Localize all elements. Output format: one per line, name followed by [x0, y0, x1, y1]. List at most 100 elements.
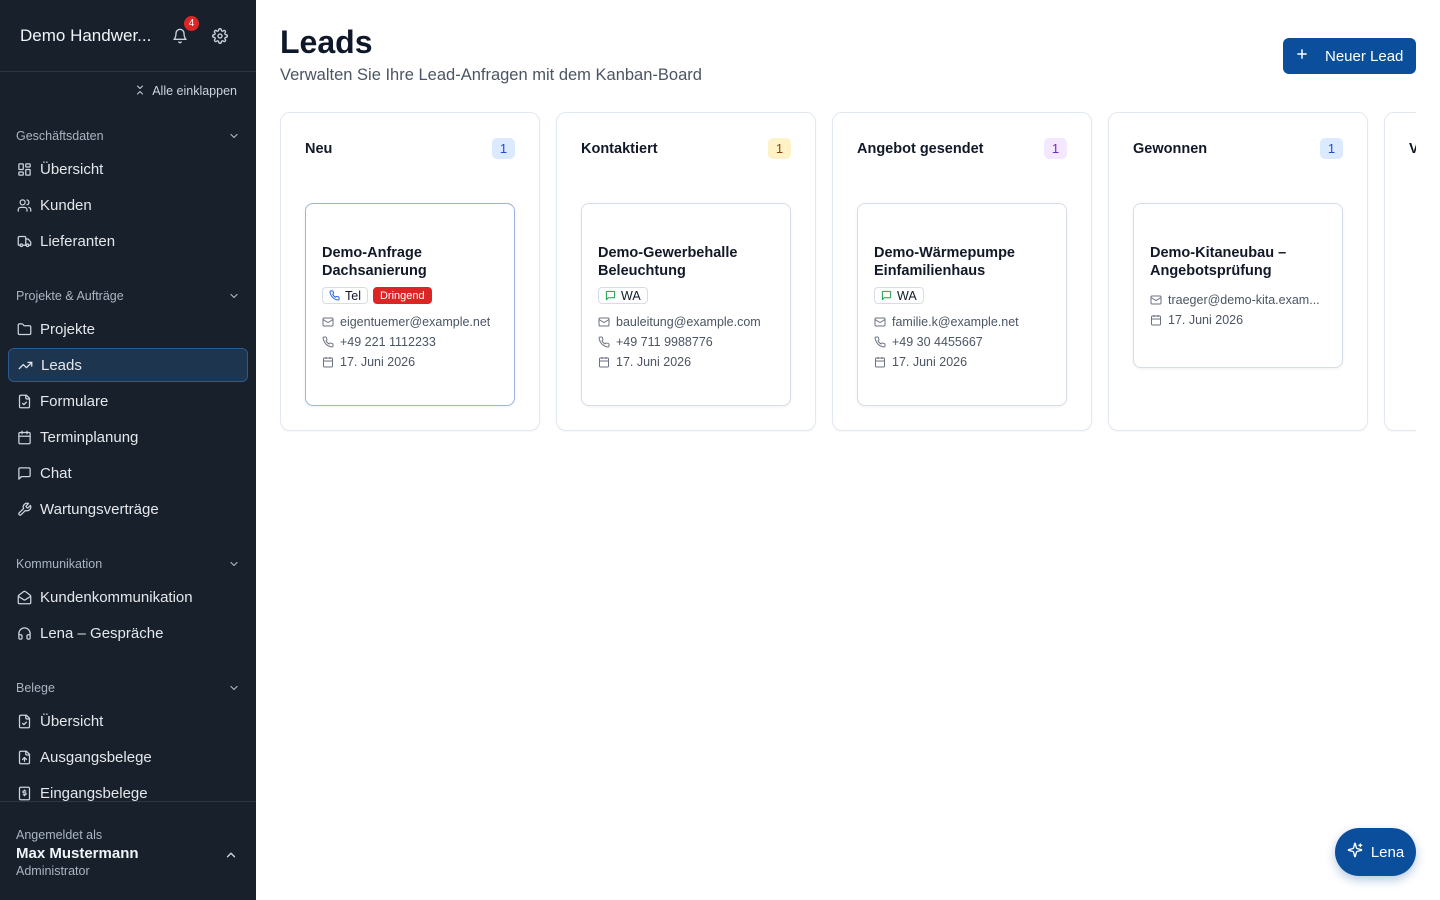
- sidebar-item-label: Übersicht: [40, 712, 104, 730]
- sidebar-item-chat[interactable]: Chat: [8, 456, 248, 490]
- email-text: bauleitung@example.com: [616, 315, 761, 329]
- lead-card[interactable]: Demo-Kitaneubau – Angebotsprüfung traege…: [1133, 203, 1343, 368]
- channel-tag: WA: [598, 287, 648, 304]
- column-count: 1: [1320, 138, 1343, 159]
- kanban-column-gewonnen: Gewonnen 1 Demo-Kitaneubau – Angebotsprü…: [1108, 112, 1368, 431]
- chevron-down-icon: [230, 685, 238, 691]
- truck-icon: [16, 233, 32, 249]
- lead-email: traeger@demo-kita.exam...: [1150, 290, 1326, 310]
- lead-tags: WA: [598, 287, 774, 304]
- dashboard-icon: [16, 161, 32, 177]
- new-lead-button[interactable]: Neuer Lead: [1283, 38, 1416, 74]
- section-label: Belege: [16, 681, 55, 695]
- lead-tags: Tel Dringend: [322, 287, 498, 304]
- folder-icon: [16, 321, 32, 337]
- column-count: 1: [768, 138, 791, 159]
- lead-date: 17. Juni 2026: [874, 352, 1050, 372]
- sidebar-item-uebersicht[interactable]: Übersicht: [8, 152, 248, 186]
- calendar-icon: [322, 356, 334, 368]
- calendar-icon: [16, 429, 32, 445]
- lead-card[interactable]: Demo-Anfrage Dachsanierung Tel Dringend …: [305, 203, 515, 406]
- collapse-icon: [134, 84, 146, 99]
- email-text: familie.k@example.net: [892, 315, 1019, 329]
- headphones-icon: [16, 625, 32, 641]
- mail-icon: [322, 316, 334, 328]
- lead-phone: +49 221 1112233: [322, 332, 498, 352]
- lead-tags: WA: [874, 287, 1050, 304]
- section-belege[interactable]: Belege: [16, 678, 240, 698]
- sidebar-item-ausgangsbelege[interactable]: Ausgangsbelege: [8, 740, 248, 774]
- page-title: Leads: [280, 24, 373, 60]
- plus-icon: [1295, 47, 1309, 65]
- sidebar-item-terminplanung[interactable]: Terminplanung: [8, 420, 248, 454]
- users-icon: [16, 197, 32, 213]
- chat-icon: [605, 290, 616, 301]
- date-text: 17. Juni 2026: [892, 355, 968, 369]
- urgent-badge: Dringend: [372, 287, 432, 304]
- kanban-column-kontaktiert: Kontaktiert 1 Demo-Gewerbehalle Beleucht…: [556, 112, 816, 431]
- email-text: eigentuemer@example.net: [340, 315, 491, 329]
- lead-card[interactable]: Demo-Wärmepumpe Einfamilienhaus WA famil…: [857, 203, 1067, 406]
- sidebar-item-label: Wartungsverträge: [40, 500, 159, 518]
- logged-in-label: Angemeldet als: [16, 828, 103, 842]
- section-kommunikation[interactable]: Kommunikation: [16, 554, 240, 574]
- phone-icon: [874, 336, 886, 348]
- sidebar-item-projekte[interactable]: Projekte: [8, 312, 248, 346]
- sidebar-item-kundenkommunikation[interactable]: Kundenkommunikation: [8, 580, 248, 614]
- kanban-board: Neu 1 Demo-Anfrage Dachsanierung Tel Dri…: [280, 112, 1416, 432]
- new-lead-label: Neuer Lead: [1325, 47, 1404, 65]
- sidebar-item-lena-gespraeche[interactable]: Lena – Gespräche: [8, 616, 248, 650]
- section-projekte-auftraege[interactable]: Projekte & Aufträge: [16, 286, 240, 306]
- sidebar-item-kunden[interactable]: Kunden: [8, 188, 248, 222]
- sidebar-item-label: Lena – Gespräche: [40, 624, 164, 642]
- sidebar: Demo Handwer... 4 Alle einklappen Geschä…: [0, 0, 256, 900]
- sidebar-item-wartungsvertraege[interactable]: Wartungsverträge: [8, 492, 248, 526]
- user-menu[interactable]: Angemeldet als Max Mustermann Administra…: [0, 801, 256, 900]
- column-title: Gewonnen: [1133, 141, 1208, 157]
- file-check-icon: [16, 713, 32, 729]
- channel-label: WA: [897, 288, 917, 303]
- section-label: Geschäftsdaten: [16, 129, 104, 143]
- channel-tag: WA: [874, 287, 924, 304]
- sparkles-icon: [1347, 842, 1363, 862]
- file-up-icon: [16, 749, 32, 765]
- kanban-column-partial: V: [1384, 112, 1416, 431]
- file-check-icon: [16, 393, 32, 409]
- sidebar-item-formulare[interactable]: Formulare: [8, 384, 248, 418]
- mail-open-icon: [16, 589, 32, 605]
- collapse-all-label: Alle einklappen: [152, 84, 237, 98]
- email-text: traeger@demo-kita.exam...: [1168, 293, 1320, 307]
- lead-email: bauleitung@example.com: [598, 312, 774, 332]
- mail-icon: [598, 316, 610, 328]
- user-role: Administrator: [16, 864, 90, 878]
- date-text: 17. Juni 2026: [340, 355, 416, 369]
- sidebar-item-label: Projekte: [40, 320, 96, 338]
- lead-date: 17. Juni 2026: [598, 352, 774, 372]
- collapse-all-button[interactable]: Alle einklappen: [134, 82, 237, 100]
- column-title: V: [1409, 141, 1416, 157]
- section-label: Kommunikation: [16, 557, 103, 571]
- phone-icon: [322, 336, 334, 348]
- channel-label: WA: [621, 288, 641, 303]
- lead-date: 17. Juni 2026: [1150, 310, 1326, 330]
- notification-badge: 4: [184, 16, 199, 31]
- gear-icon[interactable]: [211, 27, 229, 45]
- sidebar-item-label: Kunden: [40, 196, 92, 214]
- phone-text: +49 30 4455667: [892, 335, 983, 349]
- lead-title: Demo-Gewerbehalle Beleuchtung: [598, 245, 738, 279]
- sidebar-item-label: Terminplanung: [40, 428, 139, 446]
- calendar-icon: [598, 356, 610, 368]
- user-name: Max Mustermann: [16, 845, 139, 862]
- sidebar-item-belege-uebersicht[interactable]: Übersicht: [8, 704, 248, 738]
- chevron-up-icon[interactable]: [224, 848, 238, 862]
- phone-icon: [598, 336, 610, 348]
- lena-assistant-button[interactable]: Lena: [1335, 828, 1416, 876]
- chevron-down-icon: [230, 561, 238, 567]
- app-name[interactable]: Demo Handwer...: [20, 26, 158, 46]
- lead-card[interactable]: Demo-Gewerbehalle Beleuchtung WA bauleit…: [581, 203, 791, 406]
- channel-label: Tel: [345, 288, 361, 303]
- wrench-icon: [16, 501, 32, 517]
- sidebar-item-lieferanten[interactable]: Lieferanten: [8, 224, 248, 258]
- section-geschaeftsdaten[interactable]: Geschäftsdaten: [16, 126, 240, 146]
- sidebar-item-leads[interactable]: Leads: [8, 348, 248, 382]
